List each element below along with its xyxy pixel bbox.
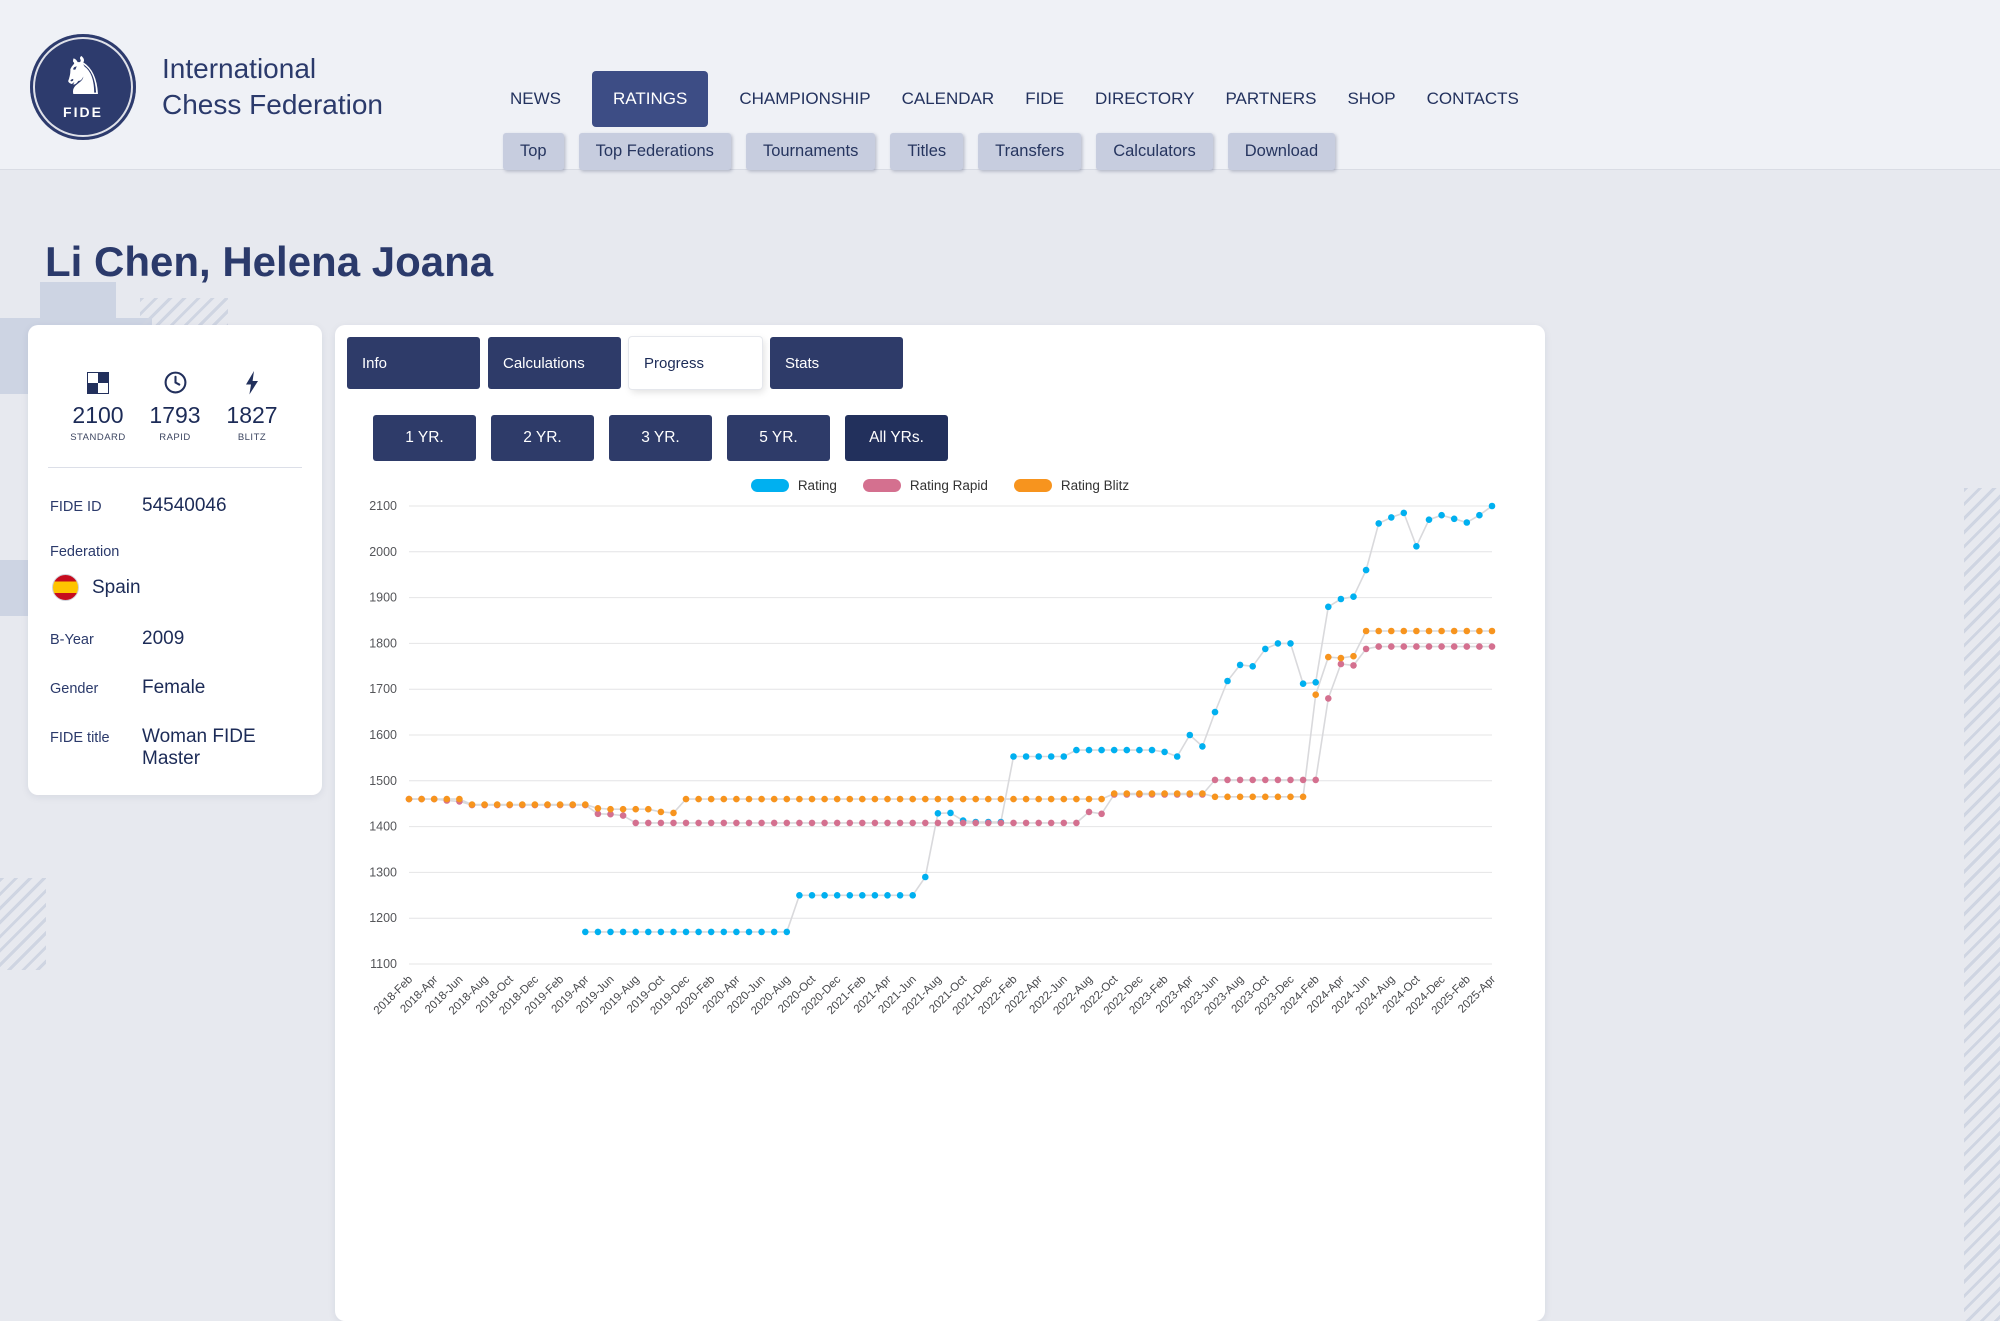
legend-item: Rating Rapid [863, 478, 988, 493]
federation-row: Federation [50, 544, 300, 560]
range-all-yrs-button[interactable]: All YRs. [845, 415, 948, 461]
svg-text:2000: 2000 [369, 545, 397, 559]
fide-id-label: FIDE ID [50, 499, 142, 515]
tab-info[interactable]: Info [347, 337, 480, 389]
nav-item-news[interactable]: NEWS [510, 89, 561, 109]
gender-value: Female [142, 677, 205, 699]
nav-item-partners[interactable]: PARTNERS [1225, 89, 1316, 109]
nav-item-contacts[interactable]: CONTACTS [1427, 89, 1519, 109]
legend-swatch [1014, 479, 1052, 492]
rapid-rating-block: 1793 RAPID [139, 369, 211, 443]
svg-text:1900: 1900 [369, 591, 397, 605]
legend-swatch [751, 479, 789, 492]
blitz-rating-block: 1827 BLITZ [216, 369, 288, 443]
main-nav: NEWS RATINGS CHAMPIONSHIP CALENDAR FIDE … [510, 70, 1519, 128]
subnav-item-top-federations[interactable]: Top Federations [579, 133, 731, 170]
nav-item-shop[interactable]: SHOP [1347, 89, 1395, 109]
ratings-sub-nav: Top Top Federations Tournaments Titles T… [503, 133, 1335, 170]
checkerboard-icon [62, 369, 134, 396]
federation-label: Federation [50, 544, 142, 560]
fide-title-label: FIDE title [50, 730, 142, 746]
fide-logo[interactable]: ♞ FIDE [30, 34, 136, 140]
site-name: International Chess Federation [162, 51, 383, 124]
gender-row: Gender Female [50, 677, 300, 699]
standard-rating-label: STANDARD [62, 432, 134, 443]
knight-icon: ♞ [60, 51, 107, 103]
svg-text:2100: 2100 [369, 499, 397, 513]
legend-item: Rating [751, 478, 837, 493]
fide-title-value: Woman FIDE Master [142, 726, 300, 770]
fide-logo-block[interactable]: ♞ FIDE International Chess Federation [30, 34, 383, 140]
byear-row: B-Year 2009 [50, 628, 300, 650]
nav-item-ratings[interactable]: RATINGS [592, 71, 708, 127]
clock-icon [139, 369, 211, 396]
svg-text:1400: 1400 [369, 820, 397, 834]
site-name-line1: International [162, 51, 383, 87]
tab-calculations[interactable]: Calculations [488, 337, 621, 389]
legend-label: Rating Rapid [910, 478, 988, 493]
federation-value-row: Spain [52, 574, 300, 601]
subnav-item-tournaments[interactable]: Tournaments [746, 133, 875, 170]
nav-item-fide[interactable]: FIDE [1025, 89, 1064, 109]
svg-text:1300: 1300 [369, 865, 397, 879]
federation-value: Spain [92, 577, 141, 599]
tab-progress[interactable]: Progress [629, 337, 762, 389]
profile-main-panel: Info Calculations Progress Stats 1 YR. 2… [335, 325, 1545, 1321]
chart-legend: Rating Rating Rapid Rating Blitz [335, 476, 1545, 494]
legend-label: Rating [798, 478, 837, 493]
standard-rating-block: 2100 STANDARD [62, 369, 134, 443]
blitz-rating-value: 1827 [216, 402, 288, 429]
nav-item-championship[interactable]: CHAMPIONSHIP [739, 89, 870, 109]
svg-text:1200: 1200 [369, 911, 397, 925]
rapid-rating-value: 1793 [139, 402, 211, 429]
legend-label: Rating Blitz [1061, 478, 1129, 493]
lightning-icon [216, 369, 288, 396]
nav-item-directory[interactable]: DIRECTORY [1095, 89, 1195, 109]
subnav-item-download[interactable]: Download [1228, 133, 1335, 170]
decorative-hatch [1964, 488, 2000, 1321]
divider [48, 467, 302, 468]
rating-progress-chart: 1100 1200 1300 1400 1500 1600 1700 1800 1900 2000… [345, 496, 1530, 1076]
player-name-title: Li Chen, Helena Joana [45, 238, 493, 286]
range-5yr-button[interactable]: 5 YR. [727, 415, 830, 461]
svg-text:1100: 1100 [370, 957, 397, 971]
rapid-rating-label: RAPID [139, 432, 211, 443]
fide-id-value: 54540046 [142, 495, 227, 517]
svg-text:1600: 1600 [369, 728, 397, 742]
tab-stats[interactable]: Stats [770, 337, 903, 389]
subnav-item-top[interactable]: Top [503, 133, 564, 170]
profile-fields: FIDE ID 54540046 Federation Spain B-Year… [28, 495, 322, 770]
chart-range-buttons: 1 YR. 2 YR. 3 YR. 5 YR. All YRs. [373, 415, 1545, 461]
fide-logo-text: FIDE [63, 104, 103, 120]
fide-title-row: FIDE title Woman FIDE Master [50, 726, 300, 770]
byear-value: 2009 [142, 628, 184, 650]
range-3yr-button[interactable]: 3 YR. [609, 415, 712, 461]
decorative-hatch [0, 878, 46, 970]
ratings-summary: 2100 STANDARD 1793 RAPID 1827 BLITZ [62, 369, 288, 443]
legend-item: Rating Blitz [1014, 478, 1129, 493]
subnav-item-calculators[interactable]: Calculators [1096, 133, 1213, 170]
profile-tabs: Info Calculations Progress Stats [347, 337, 1545, 389]
spain-flag-icon [52, 574, 79, 601]
legend-swatch [863, 479, 901, 492]
player-profile-card: 2100 STANDARD 1793 RAPID 1827 BLITZ FIDE… [28, 325, 322, 795]
fide-id-row: FIDE ID 54540046 [50, 495, 300, 517]
subnav-item-titles[interactable]: Titles [890, 133, 963, 170]
site-header: ♞ FIDE International Chess Federation NE… [0, 0, 2000, 170]
blitz-rating-label: BLITZ [216, 432, 288, 443]
nav-item-calendar[interactable]: CALENDAR [902, 89, 995, 109]
range-2yr-button[interactable]: 2 YR. [491, 415, 594, 461]
gender-label: Gender [50, 681, 142, 697]
standard-rating-value: 2100 [62, 402, 134, 429]
site-name-line2: Chess Federation [162, 87, 383, 123]
svg-text:1800: 1800 [369, 636, 397, 650]
byear-label: B-Year [50, 632, 142, 648]
svg-text:1500: 1500 [369, 774, 397, 788]
svg-text:1700: 1700 [369, 682, 397, 696]
subnav-item-transfers[interactable]: Transfers [978, 133, 1081, 170]
range-1yr-button[interactable]: 1 YR. [373, 415, 476, 461]
